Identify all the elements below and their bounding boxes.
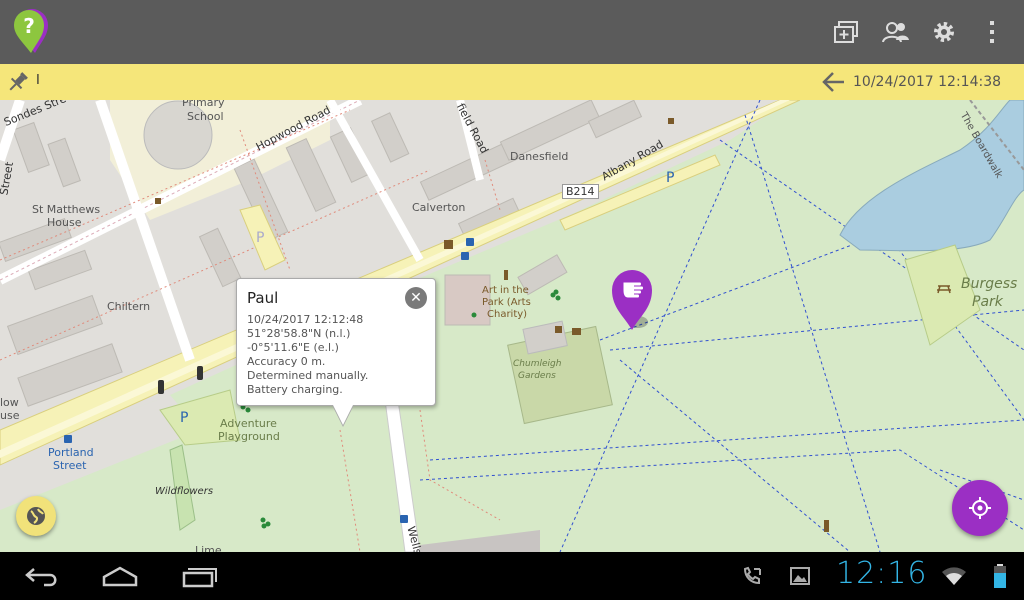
close-icon[interactable]: ✕ bbox=[405, 287, 427, 309]
info-bar: I 10/24/2017 12:14:38 bbox=[0, 64, 1024, 100]
map-label-portland: Portland bbox=[48, 446, 94, 459]
map-label-low: low bbox=[0, 396, 19, 409]
gallery-icon bbox=[786, 562, 814, 590]
wifi-icon bbox=[940, 562, 968, 590]
popup-longitude: -0°5'11.6"E (e.l.) bbox=[247, 341, 339, 354]
map-label-adventure: Adventure bbox=[220, 417, 277, 430]
map-label-use: use bbox=[0, 409, 20, 422]
map-label-burgess-park: Burgess bbox=[961, 276, 1018, 292]
back-icon[interactable] bbox=[22, 562, 62, 590]
svg-text:?: ? bbox=[23, 14, 35, 38]
info-text: I bbox=[36, 73, 40, 88]
parking-icon: P bbox=[256, 230, 265, 246]
status-clock: 12:16 bbox=[836, 556, 928, 591]
map-label-chumleigh-2: Gardens bbox=[518, 371, 556, 381]
map-label-st-matthews: St Matthews bbox=[32, 203, 101, 216]
map-label-danesfield: Danesfield bbox=[510, 150, 569, 163]
popup-determination: Determined manually. bbox=[247, 369, 369, 382]
map-label-wildflowers: Wildflowers bbox=[155, 486, 214, 497]
map-label-primary-school-2: School bbox=[187, 110, 224, 123]
map-label-art-park-2: Park (Arts bbox=[482, 297, 531, 308]
map-label-calverton: Calverton bbox=[412, 201, 466, 214]
map-view[interactable]: Sondes Stre Primary School Hopwood Road … bbox=[0, 100, 1024, 552]
crosshair-icon[interactable] bbox=[952, 480, 1008, 536]
popup-tail bbox=[333, 405, 353, 425]
people-icon[interactable] bbox=[878, 14, 914, 50]
add-layer-icon[interactable] bbox=[828, 14, 864, 50]
action-bar: ? bbox=[0, 0, 1024, 64]
parking-icon: P bbox=[666, 170, 675, 186]
location-popup[interactable]: Paul 10/24/2017 12:12:48 51°28'58.8"N (n… bbox=[236, 278, 436, 427]
parking-icon: P bbox=[180, 410, 189, 426]
recent-apps-icon[interactable] bbox=[180, 562, 220, 590]
popup-time: 10/24/2017 12:12:48 bbox=[247, 313, 364, 326]
map-label-adventure-2: Playground bbox=[218, 430, 280, 443]
last-update-timestamp: 10/24/2017 12:14:38 bbox=[853, 74, 1002, 90]
map-label-b214: B214 bbox=[562, 184, 599, 199]
home-icon[interactable] bbox=[100, 562, 140, 590]
globe-icon[interactable] bbox=[16, 496, 56, 536]
popup-accuracy: Accuracy 0 m. bbox=[247, 355, 326, 368]
app-logo-icon[interactable]: ? bbox=[12, 9, 58, 55]
map-label-st-matthews-2: House bbox=[47, 216, 82, 229]
map-base-layer bbox=[0, 100, 1024, 552]
battery-icon bbox=[990, 562, 1010, 590]
pointing-hand-marker-icon[interactable] bbox=[610, 268, 654, 334]
map-label-primary-school: Primary bbox=[182, 100, 225, 109]
map-label-chumleigh: Chumleigh bbox=[513, 359, 562, 369]
gear-icon[interactable] bbox=[926, 14, 962, 50]
popup-battery: Battery charging. bbox=[247, 383, 343, 396]
map-label-art-park-3: Charity) bbox=[487, 309, 528, 320]
map-label-art-park: Art in the bbox=[482, 285, 529, 296]
phone-icon bbox=[738, 562, 766, 590]
map-label-chiltern: Chiltern bbox=[107, 300, 151, 313]
back-arrow-icon[interactable] bbox=[820, 70, 848, 94]
pin-icon[interactable] bbox=[6, 70, 30, 94]
app-root: ? I 10/24/2017 12:14:38 Sondes Stre Prim… bbox=[0, 0, 1024, 600]
popup-latitude: 51°28'58.8"N (n.l.) bbox=[247, 327, 351, 340]
popup-person-name: Paul bbox=[247, 289, 279, 307]
map-label-portland-2: Street bbox=[53, 459, 87, 472]
overflow-menu-icon[interactable] bbox=[974, 14, 1010, 50]
map-label-burgess-park-2: Park bbox=[972, 294, 1003, 310]
map-label-lime: Lime bbox=[195, 544, 222, 552]
